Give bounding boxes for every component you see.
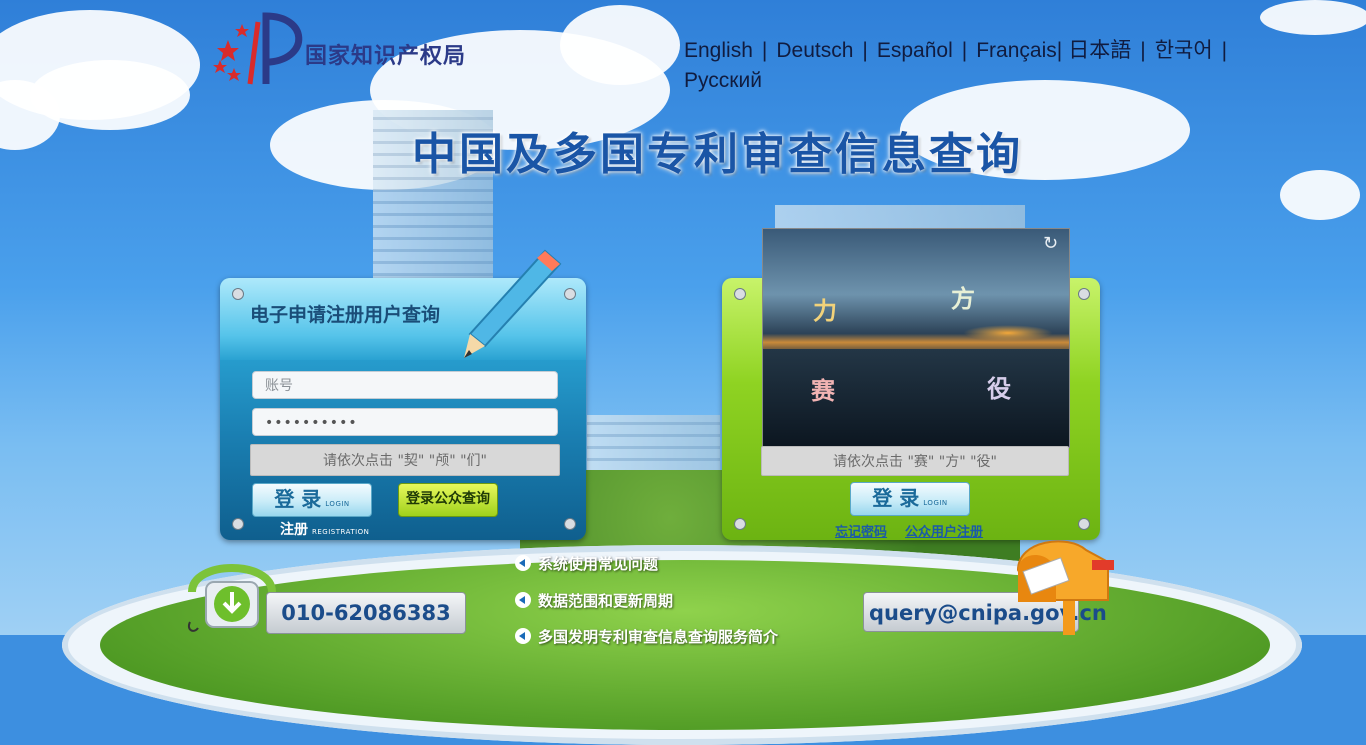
pencil-icon — [464, 249, 562, 358]
speaker-icon — [515, 592, 531, 608]
lang-link-korean[interactable]: 한국어 — [1155, 39, 1213, 62]
screw-icon — [734, 288, 746, 300]
right-captcha-prompt[interactable]: 请依次点击 "赛" "方" "役" — [761, 446, 1069, 476]
register-link[interactable]: 注册 REGISTRATION — [280, 519, 369, 539]
captcha-char[interactable]: 赛 — [811, 371, 835, 406]
captcha-sunset-glow — [963, 325, 1053, 341]
lang-link-japanese[interactable]: 日本語 — [1068, 39, 1131, 62]
speaker-icon — [515, 555, 531, 571]
lang-link-german[interactable]: Deutsch — [776, 39, 853, 62]
login-sub-label: LOGIN — [923, 499, 948, 507]
refresh-icon[interactable]: ↻ — [1043, 233, 1063, 254]
cloud — [1260, 0, 1366, 35]
login-label: 登 录 — [274, 487, 322, 511]
register-label: 注册 — [280, 522, 308, 538]
public-login-button[interactable]: 登 录 LOGIN — [850, 482, 970, 516]
mailbox-icon — [1016, 540, 1114, 635]
faq-link-label: 系统使用常见问题 — [538, 555, 659, 573]
captcha-lake — [763, 349, 1069, 447]
screw-icon — [1078, 288, 1090, 300]
screw-icon — [564, 518, 576, 530]
separator: | — [862, 39, 868, 62]
data-scope-link-label: 数据范围和更新周期 — [538, 592, 674, 610]
screw-icon — [1078, 518, 1090, 530]
password-input[interactable]: •••••••••• — [252, 408, 558, 436]
separator: | — [1056, 39, 1063, 62]
separator: | — [961, 39, 968, 62]
speaker-icon — [515, 628, 531, 644]
service-intro-link[interactable]: 多国发明专利审查信息查询服务简介 — [515, 626, 778, 647]
lang-link-english[interactable]: English — [684, 39, 753, 62]
register-sub-label: REGISTRATION — [312, 528, 370, 536]
login-sub-label: LOGIN — [325, 500, 350, 508]
screw-icon — [232, 288, 244, 300]
faq-link[interactable]: 系统使用常见问题 — [515, 553, 658, 574]
captcha-char[interactable]: 役 — [987, 369, 1011, 404]
public-query-login-button[interactable]: 登录公众查询 — [398, 483, 498, 517]
page-title: 中国及多国专利审查信息查询 — [412, 129, 1023, 180]
cloud — [1280, 170, 1360, 220]
captcha-char[interactable]: 力 — [813, 291, 837, 326]
login-button[interactable]: 登 录 LOGIN — [252, 483, 372, 517]
separator: | — [1140, 39, 1146, 62]
data-scope-link[interactable]: 数据范围和更新周期 — [515, 590, 673, 611]
service-intro-link-label: 多国发明专利审查信息查询服务简介 — [538, 628, 779, 646]
account-input[interactable]: 账号 — [252, 371, 558, 399]
separator: | — [761, 39, 768, 62]
hotline-number: 010-62086383 — [266, 592, 466, 634]
separator: | — [1221, 39, 1228, 62]
lang-link-spanish[interactable]: Español — [877, 39, 953, 62]
logo-text: 国家知识产权局 — [305, 43, 467, 69]
language-switcher: English | Deutsch | Español | Français| 日本語 | 한국어… — [684, 36, 1314, 96]
public-register-link[interactable]: 公众用户注册 — [905, 521, 983, 540]
panel-title: 电子申请注册用户查询 — [250, 304, 441, 326]
lang-link-french[interactable]: Français — [976, 39, 1057, 62]
screw-icon — [232, 518, 244, 530]
login-label: 登 录 — [872, 486, 920, 510]
click-captcha-image[interactable]: 力 方 赛 役 — [762, 228, 1070, 448]
captcha-char[interactable]: 方 — [951, 279, 975, 314]
lang-link-russian[interactable]: Русский — [684, 69, 762, 92]
cloud — [560, 5, 680, 85]
forgot-password-link[interactable]: 忘记密码 — [835, 521, 887, 540]
left-captcha-prompt[interactable]: 请依次点击 "契" "颅" "们" — [250, 444, 560, 476]
screw-icon — [734, 518, 746, 530]
